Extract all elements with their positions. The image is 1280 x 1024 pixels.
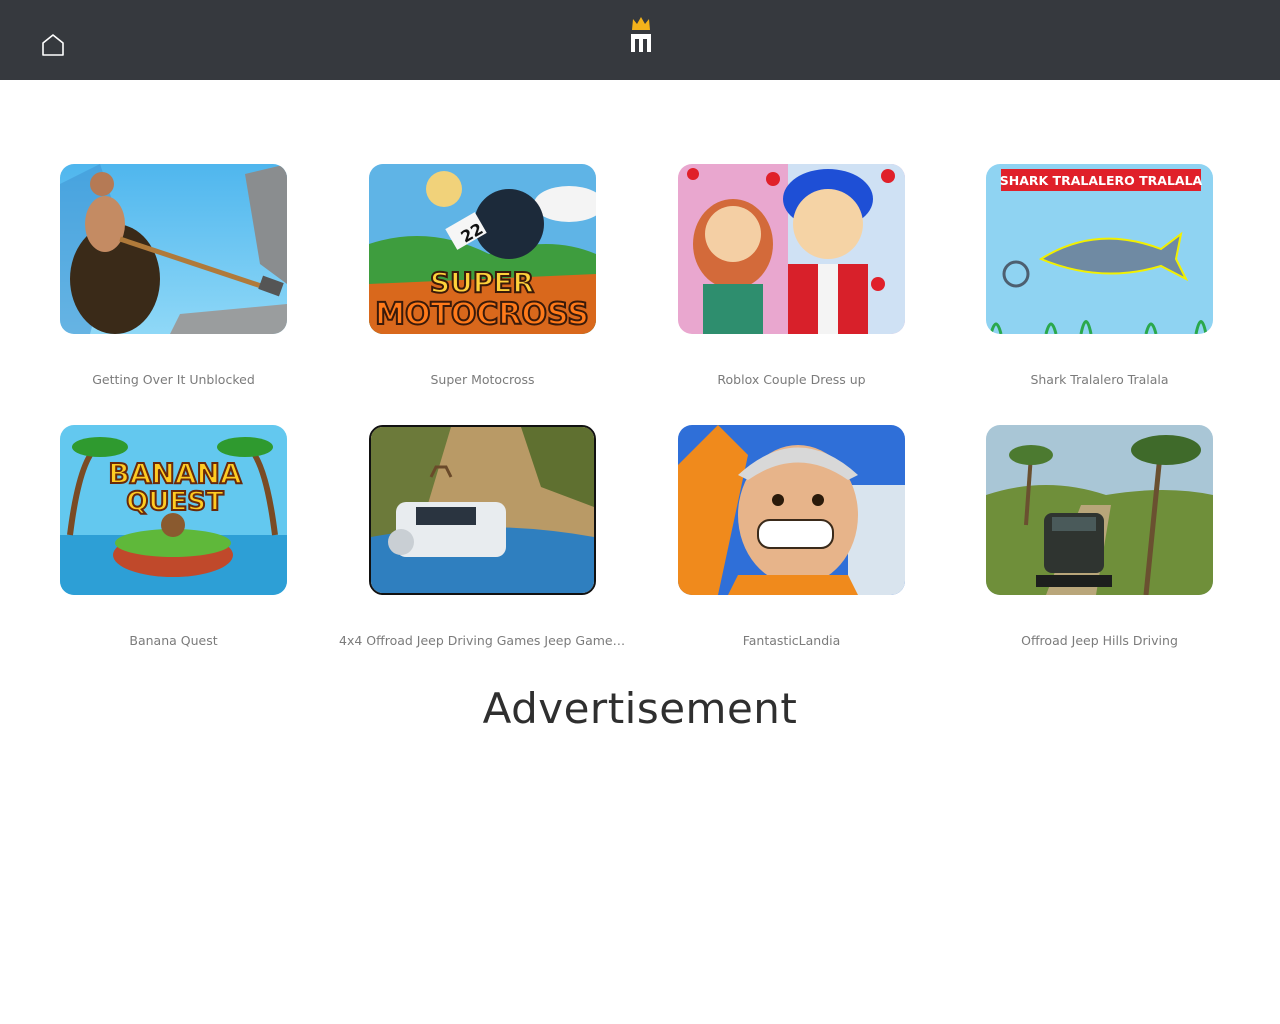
game-title[interactable]: Getting Over It Unblocked <box>30 372 317 387</box>
game-card-roblox-couple[interactable]: Roblox Couple Dress up <box>648 164 948 404</box>
game-title[interactable]: FantasticLandia <box>648 633 935 648</box>
game-card-banana-quest[interactable]: BANANA QUEST Banana Quest <box>30 425 330 665</box>
game-title[interactable]: 4x4 Offroad Jeep Driving Games Jeep Game… <box>339 633 626 648</box>
game-thumbnail[interactable] <box>678 425 905 595</box>
games-grid: Getting Over It Unblocked 22 SUPER MOTOC… <box>0 0 1280 680</box>
svg-text:QUEST: QUEST <box>126 487 224 517</box>
game-card-fantasticlandia[interactable]: FantasticLandia <box>648 425 948 665</box>
game-title[interactable]: Super Motocross <box>339 372 626 387</box>
game-thumbnail[interactable]: BANANA QUEST <box>60 425 287 595</box>
game-card-super-motocross[interactable]: 22 SUPER MOTOCROSS Super Motocross <box>339 164 639 404</box>
game-card-getting-over-it[interactable]: Getting Over It Unblocked <box>30 164 330 404</box>
svg-text:SHARK TRALALERO TRALALA: SHARK TRALALERO TRALALA <box>1000 173 1203 188</box>
advertisement-label: Advertisement <box>482 684 798 733</box>
game-thumbnail[interactable]: SHARK TRALALERO TRALALA <box>986 164 1213 334</box>
game-title[interactable]: Roblox Couple Dress up <box>648 372 935 387</box>
game-thumbnail[interactable] <box>369 425 596 595</box>
game-title[interactable]: Offroad Jeep Hills Driving <box>956 633 1243 648</box>
game-thumbnail[interactable] <box>678 164 905 334</box>
game-thumbnail[interactable] <box>986 425 1213 595</box>
svg-text:BANANA: BANANA <box>108 457 242 490</box>
game-card-offroad-jeep-hills[interactable]: Offroad Jeep Hills Driving <box>956 425 1256 665</box>
game-card-shark-tralalero[interactable]: SHARK TRALALERO TRALALA Shark Tralalero … <box>956 164 1256 404</box>
svg-text:SUPER: SUPER <box>430 266 534 299</box>
game-thumbnail[interactable]: 22 SUPER MOTOCROSS <box>369 164 596 334</box>
game-card-offroad-jeep-driving[interactable]: 4x4 Offroad Jeep Driving Games Jeep Game… <box>339 425 639 665</box>
game-title[interactable]: Banana Quest <box>30 633 317 648</box>
svg-text:MOTOCROSS: MOTOCROSS <box>375 297 589 332</box>
game-title[interactable]: Shark Tralalero Tralala <box>956 372 1243 387</box>
game-thumbnail[interactable] <box>60 164 287 334</box>
